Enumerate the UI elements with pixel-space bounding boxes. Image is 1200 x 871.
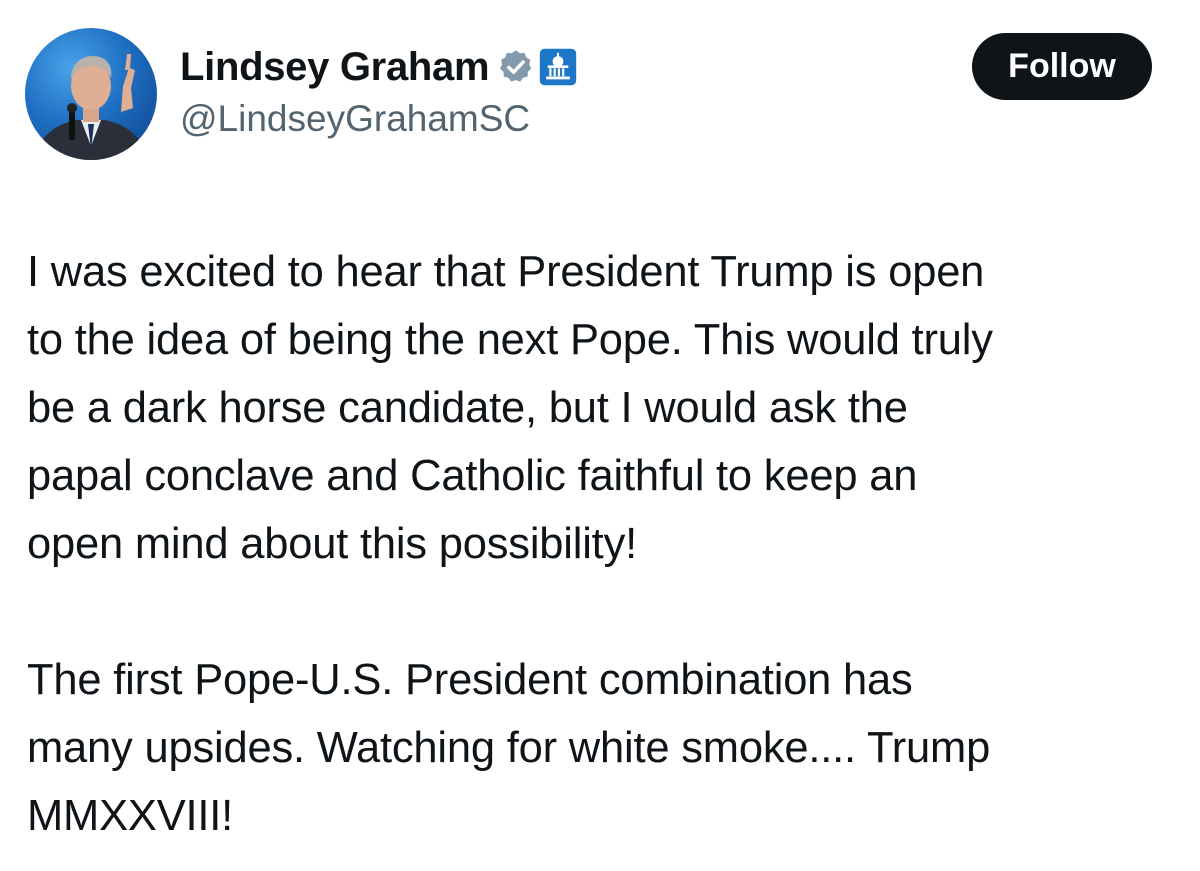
verified-badge-icon[interactable] xyxy=(497,48,535,86)
tweet-line: open mind about this possibility! xyxy=(27,520,638,568)
government-building-icon[interactable] xyxy=(539,48,577,86)
tweet-card: Lindsey Graham @LindseyGrahamSC Follow I… xyxy=(0,0,1200,871)
tweet-line: MMXXVIII! xyxy=(27,792,234,840)
tweet-paragraph-2: The first Pope-U.S. President combinatio… xyxy=(27,646,1177,850)
tweet-line: to the idea of being the next Pope. This… xyxy=(27,316,993,364)
tweet-line: The first Pope-U.S. President combinatio… xyxy=(27,656,913,704)
tweet-line: I was excited to hear that President Tru… xyxy=(27,248,985,296)
tweet-line: be a dark horse candidate, but I would a… xyxy=(27,384,908,432)
tweet-line: papal conclave and Catholic faithful to … xyxy=(27,452,918,500)
name-row: Lindsey Graham xyxy=(180,40,577,94)
tweet-text: I was excited to hear that President Tru… xyxy=(27,238,1177,850)
tweet-paragraph-1: I was excited to hear that President Tru… xyxy=(27,238,1177,578)
avatar-image xyxy=(35,54,147,160)
avatar[interactable] xyxy=(25,28,157,160)
tweet-line: many upsides. Watching for white smoke..… xyxy=(27,724,991,772)
follow-button[interactable]: Follow xyxy=(972,33,1152,100)
author-handle[interactable]: @LindseyGrahamSC xyxy=(180,98,577,140)
author-display-name[interactable]: Lindsey Graham xyxy=(180,45,490,90)
author-header: Lindsey Graham @LindseyGrahamSC xyxy=(180,40,577,140)
